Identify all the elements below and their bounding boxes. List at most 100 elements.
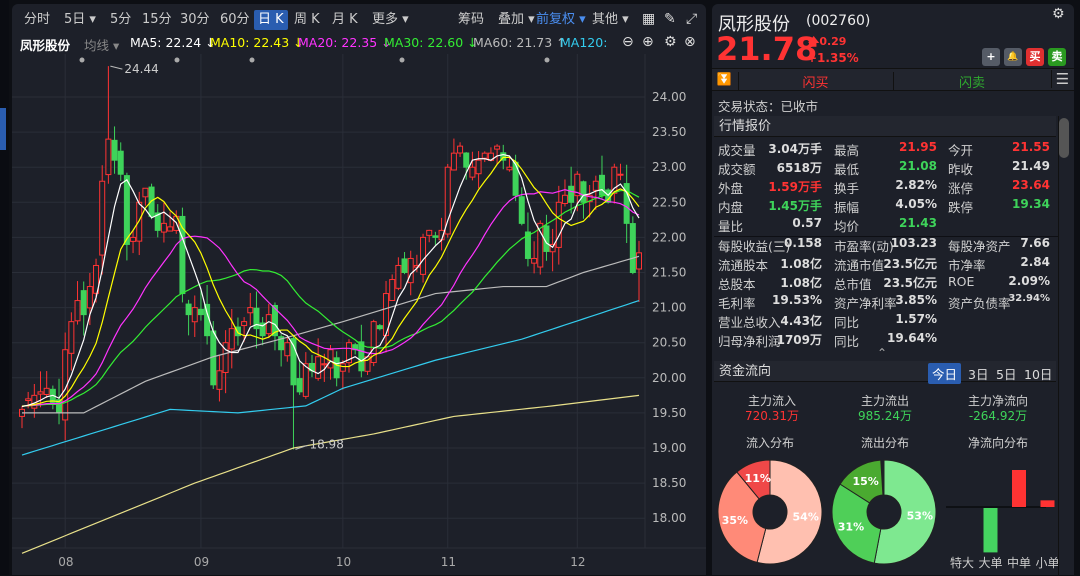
fund-label: 流通市值 bbox=[834, 258, 885, 273]
fund-value: 1.57% bbox=[895, 312, 937, 326]
fullscreen-icon[interactable]: ⤢ bbox=[686, 11, 697, 27]
collapse-up-icon[interactable]: ⌃ bbox=[872, 346, 892, 360]
stat-value: 2.82% bbox=[895, 178, 937, 192]
candle-body bbox=[284, 342, 291, 357]
candle-body bbox=[247, 307, 254, 314]
stat-label: 今开 bbox=[948, 143, 974, 158]
fund-value: 19.64% bbox=[887, 331, 937, 345]
sidebar-handle[interactable] bbox=[0, 108, 6, 150]
drag-handle-dot bbox=[79, 57, 85, 63]
panel-settings-icon[interactable]: ⚙ bbox=[1052, 6, 1065, 22]
fund-label: 每股净资产 bbox=[948, 239, 1011, 254]
fund-label: 同比 bbox=[834, 315, 860, 330]
outflow-value: 985.24万 bbox=[858, 409, 912, 423]
stat-value: 21.43 bbox=[899, 216, 937, 230]
candle-body bbox=[117, 150, 124, 175]
drag-handle-dot bbox=[249, 57, 255, 63]
net-flow-bar bbox=[1012, 470, 1026, 507]
period-tab[interactable]: 5日 bbox=[992, 363, 1020, 384]
candle-body bbox=[315, 356, 322, 379]
stat-label: 最高 bbox=[834, 143, 860, 158]
zoom-in-icon[interactable]: ⊕ bbox=[642, 34, 654, 50]
stat-label: 最低 bbox=[834, 162, 860, 177]
period-tab[interactable]: 10日 bbox=[1020, 363, 1056, 384]
candle-body bbox=[457, 145, 464, 154]
candle-body bbox=[80, 290, 87, 316]
stat-label: 振幅 bbox=[834, 200, 860, 215]
tab-2[interactable]: 5分 bbox=[106, 10, 135, 30]
collapse-icon[interactable]: ⏬ bbox=[712, 72, 736, 86]
sell-button[interactable]: 卖 bbox=[1048, 48, 1066, 66]
stat-value: 0.57 bbox=[792, 216, 822, 230]
stat-label: 换手 bbox=[834, 181, 860, 196]
candle-body bbox=[494, 145, 501, 150]
ma5-value: MA5: 22.24 ↓ bbox=[130, 35, 216, 50]
y-tick-label: 19.00 bbox=[652, 441, 686, 455]
chips-button[interactable]: 筹码 bbox=[454, 10, 488, 30]
candle-body bbox=[561, 194, 568, 204]
fund-label: ROE bbox=[948, 274, 975, 289]
tab-7[interactable]: 周 K bbox=[290, 10, 324, 30]
menu-icon[interactable]: ☰ bbox=[1051, 70, 1073, 88]
fund-value: 19.53% bbox=[772, 293, 822, 307]
stat-label: 涨停 bbox=[948, 181, 974, 196]
tab-4[interactable]: 30分 bbox=[176, 10, 214, 30]
fund-value: 0.158 bbox=[784, 236, 822, 250]
buy-button[interactable]: 买 bbox=[1026, 48, 1044, 66]
fund-label: 资产净利率 bbox=[834, 296, 897, 311]
y-tick-label: 18.50 bbox=[652, 476, 686, 490]
y-tick-label: 21.00 bbox=[652, 301, 686, 315]
outflow-donut-pct-label: 53% bbox=[907, 509, 933, 522]
stat-label: 内盘 bbox=[718, 200, 744, 215]
up-arrow-icon: 🡅 bbox=[808, 35, 820, 48]
candle-body bbox=[25, 398, 32, 402]
inflow-donut-pct-label: 35% bbox=[722, 514, 748, 527]
y-tick-label: 19.50 bbox=[652, 406, 686, 420]
flash-buy-button[interactable]: 闪买 bbox=[738, 72, 892, 91]
candle-body bbox=[86, 286, 93, 309]
fund-label: 总股本 bbox=[718, 277, 756, 292]
tab-6[interactable]: 日 K bbox=[254, 10, 288, 30]
settings-icon[interactable]: ⚙ bbox=[664, 34, 677, 50]
zoom-out-icon[interactable]: ⊖ bbox=[622, 34, 634, 50]
stat-label: 成交量 bbox=[718, 143, 756, 158]
add-watchlist-button[interactable]: + bbox=[982, 48, 1000, 66]
tab-0[interactable]: 分时 bbox=[20, 10, 54, 30]
other-dropdown[interactable]: 其他 ▾ bbox=[588, 10, 633, 30]
close-icon[interactable]: ⊗ bbox=[684, 34, 696, 50]
ma-type-dropdown[interactable]: 均线 ▾ bbox=[84, 35, 119, 54]
candle-body bbox=[580, 181, 587, 203]
stat-value: 21.49 bbox=[1012, 159, 1050, 173]
candle-body bbox=[99, 180, 106, 256]
candle-body bbox=[629, 223, 636, 274]
alert-bell-button[interactable]: 🔔 bbox=[1004, 48, 1022, 66]
stat-value: 1.45万手 bbox=[768, 199, 822, 213]
tab-5[interactable]: 60分 bbox=[216, 10, 254, 30]
stat-value: 1.59万手 bbox=[768, 180, 822, 194]
stat-value: 21.55 bbox=[1012, 140, 1050, 154]
tab-1[interactable]: 5日 ▾ bbox=[60, 10, 100, 30]
ma60-line bbox=[22, 255, 640, 414]
candlestick-plot[interactable]: 24.00 23.50 23.00 22.50 22.00 21.50 21.00 20.50… bbox=[12, 54, 706, 575]
fund-value: 1.08亿 bbox=[780, 276, 822, 290]
scrollbar-thumb[interactable] bbox=[1059, 118, 1069, 158]
y-tick-label: 24.00 bbox=[652, 90, 686, 104]
drag-handle-dot bbox=[174, 57, 180, 63]
y-tick-label: 23.00 bbox=[652, 160, 686, 174]
stat-value: 21.08 bbox=[899, 159, 937, 173]
tab-9[interactable]: 更多 ▾ bbox=[368, 10, 413, 30]
adjust-dropdown[interactable]: 前复权 ▾ bbox=[532, 10, 590, 30]
grid-layout-icon[interactable]: ▦ bbox=[642, 11, 655, 27]
net-flow-bar bbox=[1040, 500, 1055, 507]
tab-3[interactable]: 15分 bbox=[138, 10, 176, 30]
net-bar-label: 大单 bbox=[978, 556, 1002, 570]
net-bar-label: 小单 bbox=[1035, 556, 1058, 570]
fund-label: 毛利率 bbox=[718, 296, 756, 311]
candle-body bbox=[296, 378, 303, 393]
tab-8[interactable]: 月 K bbox=[328, 10, 362, 30]
period-tab[interactable]: 今日 bbox=[928, 363, 962, 384]
period-tab[interactable]: 3日 bbox=[964, 363, 992, 384]
stat-value: 23.64 bbox=[1012, 178, 1050, 192]
brush-icon[interactable]: ✎ bbox=[664, 11, 676, 27]
flash-sell-button[interactable]: 闪卖 bbox=[893, 72, 1050, 91]
